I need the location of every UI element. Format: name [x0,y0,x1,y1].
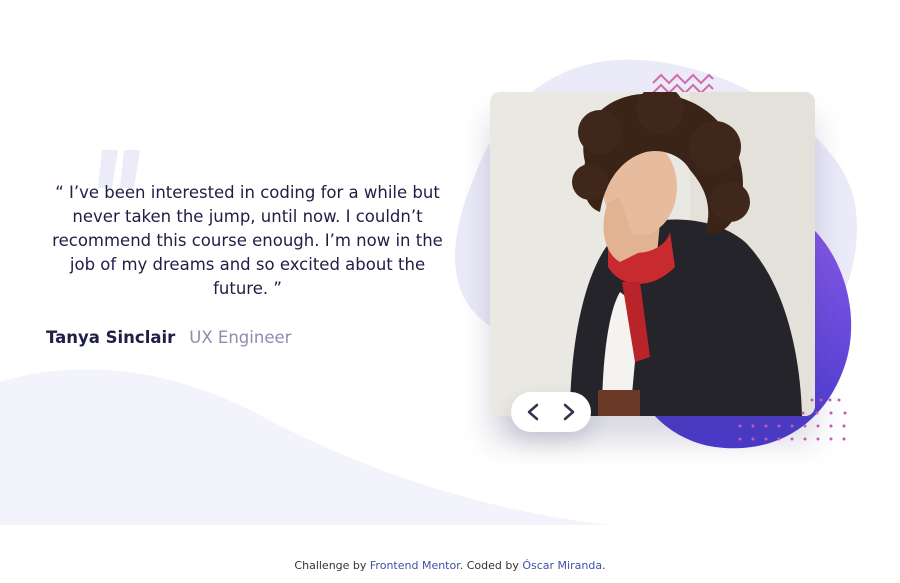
previous-button[interactable] [518,397,548,427]
attribution-suffix: . [602,559,606,572]
portrait-illustration [490,92,815,416]
author: Tanya Sinclair UX Engineer [46,327,291,349]
author-role: UX Engineer [189,328,292,347]
chevron-left-icon [527,403,538,421]
profile-photo [490,92,815,416]
author-name: Tanya Sinclair [46,328,176,347]
attribution-prefix: Challenge by [294,559,370,572]
author-link[interactable]: Óscar Miranda [522,559,602,572]
dot-grid-pattern-icon [738,398,847,441]
next-button[interactable] [554,397,584,427]
attribution: Challenge by Frontend Mentor. Coded by Ó… [0,559,900,573]
frontend-mentor-link[interactable]: Frontend Mentor [370,559,460,572]
chevron-right-icon [564,403,575,421]
slider-navigation [511,392,591,432]
testimonial-quote: “ I’ve been interested in coding for a w… [52,183,443,298]
attribution-middle: . Coded by [459,559,523,572]
